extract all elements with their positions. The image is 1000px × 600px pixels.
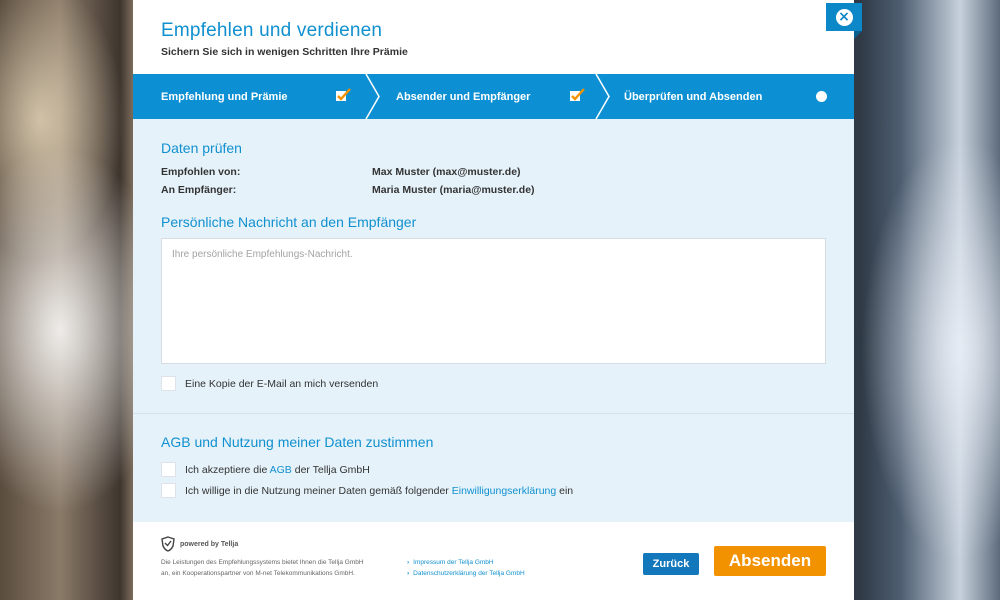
- step-referral-reward: Empfehlung und Prämie: [133, 74, 380, 119]
- to-value: Maria Muster (maria@muster.de): [372, 184, 535, 196]
- step-sender-recipient: Absender und Empfänger: [373, 74, 610, 119]
- checkmark-icon: [336, 88, 351, 101]
- message-section-title: Persönliche Nachricht an den Empfänger: [161, 214, 417, 230]
- modal-footer: powered by Tellja Die Leistungen des Emp…: [133, 522, 854, 600]
- from-label: Empfohlen von:: [161, 166, 241, 178]
- close-button-fold: [854, 31, 862, 39]
- personal-message-input[interactable]: [161, 238, 826, 364]
- from-value: Max Muster (max@muster.de): [372, 166, 521, 178]
- step-label: Absender und Empfänger: [396, 90, 531, 103]
- to-label: An Empfänger:: [161, 184, 237, 196]
- footer-disclaimer: Die Leistungen des Empfehlungssystems bi…: [161, 559, 364, 577]
- modal-header: Empfehlen und verdienen Sichern Sie sich…: [161, 20, 408, 58]
- review-section-title: Daten prüfen: [161, 140, 242, 156]
- step-separator: [595, 74, 610, 119]
- back-button[interactable]: Zurück: [643, 553, 699, 575]
- data-consent-label: Ich willige in die Nutzung meiner Daten …: [185, 484, 574, 497]
- current-step-dot-icon: [816, 91, 827, 102]
- section-divider: [133, 413, 854, 414]
- privacy-link[interactable]: › Datenschutzerklärung der Tellja GmbH: [407, 568, 525, 579]
- consent-declaration-link[interactable]: Einwilligungserklärung: [452, 485, 556, 497]
- checkmark-icon: [570, 88, 585, 101]
- data-consent-option: Ich willige in die Nutzung meiner Daten …: [161, 483, 573, 498]
- agb-checkbox[interactable]: [161, 462, 176, 477]
- referral-modal: Empfehlen und verdienen Sichern Sie sich…: [133, 0, 854, 600]
- imprint-link[interactable]: › Impressum der Tellja GmbH: [407, 557, 525, 568]
- step-review-send: Überprüfen und Absenden: [603, 74, 854, 119]
- chevron-right-icon: ›: [407, 559, 410, 566]
- consent-section-title: AGB und Nutzung meiner Daten zustimmen: [161, 434, 434, 450]
- copy-email-label: Eine Kopie der E-Mail an mich versenden: [185, 377, 379, 390]
- tellja-shield-icon: [161, 536, 175, 552]
- modal-title: Empfehlen und verdienen: [161, 20, 383, 41]
- footer-links: › Impressum der Tellja GmbH › Datenschutze…: [407, 557, 525, 579]
- copy-email-option: Eine Kopie der E-Mail an mich versenden: [161, 376, 378, 391]
- copy-email-checkbox[interactable]: [161, 376, 176, 391]
- progress-steps: Empfehlung und Prämie Absender und Empfä…: [133, 74, 854, 119]
- close-icon: ×: [835, 8, 853, 26]
- agb-label: Ich akzeptiere die AGB der Tellja GmbH: [185, 463, 370, 476]
- send-button[interactable]: Absenden: [714, 546, 826, 576]
- close-button[interactable]: ×: [826, 3, 862, 39]
- step-label: Empfehlung und Prämie: [161, 90, 288, 103]
- modal-subtitle: Sichern Sie sich in wenigen Schritten Ih…: [161, 46, 408, 58]
- chevron-right-icon: ›: [407, 570, 410, 577]
- agb-option: Ich akzeptiere die AGB der Tellja GmbH: [161, 462, 370, 477]
- step-separator: [365, 74, 380, 119]
- powered-by: powered by Tellja: [161, 536, 238, 552]
- powered-by-label: powered by Tellja: [180, 540, 239, 548]
- agb-link[interactable]: AGB: [270, 464, 292, 476]
- data-consent-checkbox[interactable]: [161, 483, 176, 498]
- step-label: Überprüfen und Absenden: [624, 90, 763, 103]
- form-content: Daten prüfen Empfohlen von: Max Muster (…: [133, 119, 854, 522]
